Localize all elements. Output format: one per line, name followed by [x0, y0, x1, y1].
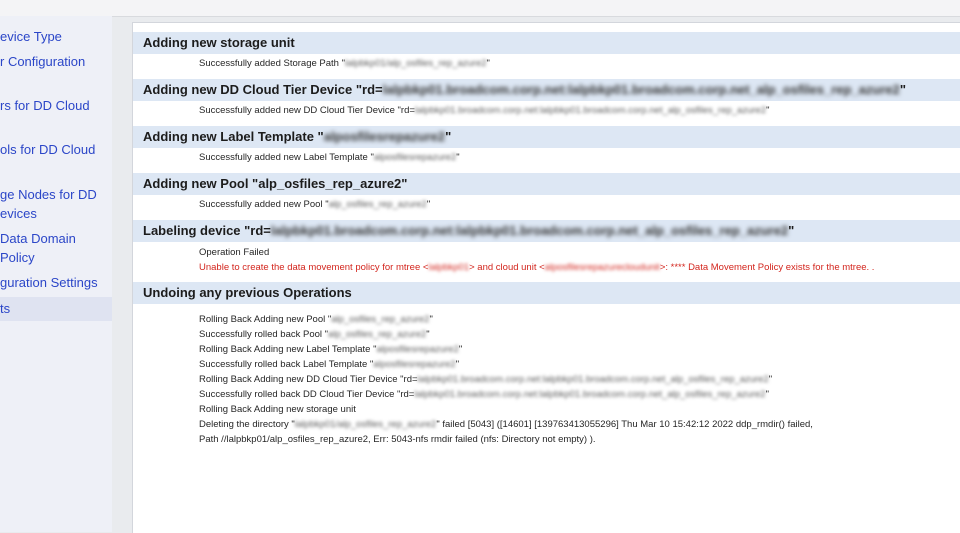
redacted-text: lalpbkp01/alp_osfiles_rep_azure2 [344, 58, 487, 69]
redacted-text: alposfilesrepazure2 [323, 129, 446, 144]
line-text: Successfully rolled back DD Cloud Tier D… [199, 389, 415, 400]
sidebar-item-label: ge Nodes for DD [0, 187, 97, 202]
section-heading-storage-unit: Adding new storage unit [133, 32, 960, 54]
redacted-text: alp_osfiles_rep_azure2 [328, 329, 427, 340]
sidebar: evice Type r Configuration rs for DD Clo… [0, 16, 112, 532]
heading-text: " [788, 223, 795, 238]
sidebar-item-label: guration Settings [0, 275, 98, 290]
top-bar [0, 0, 960, 17]
line-text: Unable to create the data movement polic… [199, 262, 429, 273]
sidebar-item-results[interactable]: ts [0, 297, 112, 321]
heading-text: " [899, 82, 907, 97]
sidebar-item-data-domain-policy[interactable]: Data Domain Policy [0, 229, 112, 267]
line-text: Rolling Back Adding new Label Template " [199, 344, 377, 355]
log-line: Rolling Back Adding new storage unit [133, 402, 960, 417]
sidebar-item-label: evice Type [0, 29, 62, 44]
sidebar-item-dd-cloud-tiers[interactable]: rs for DD Cloud [0, 96, 112, 115]
line-text: " [766, 105, 770, 116]
sidebar-item-label: r Configuration [0, 54, 86, 69]
redacted-text: alposfilesrepazure2 [373, 359, 456, 370]
heading-text: Adding new Label Template " [143, 129, 324, 144]
redacted-text: alp_osfiles_rep_azure2 [328, 199, 427, 210]
line-text: " [429, 314, 433, 325]
log-line: Rolling Back Adding new Pool "alp_osfile… [133, 312, 960, 327]
redacted-text: lalpbkp01.broadcom.corp.net:lalpbkp01.br… [270, 223, 789, 238]
log-line: Successfully rolled back Label Template … [133, 357, 960, 372]
redacted-text: lalpbkp01.broadcom.corp.net:lalpbkp01.br… [417, 374, 769, 385]
heading-text: Undoing any previous Operations [143, 285, 352, 300]
sidebar-item-label: Policy [0, 250, 35, 265]
line-text: Successfully added new Label Template " [199, 152, 374, 163]
heading-text: " [445, 129, 452, 144]
line-text: Rolling Back Adding new Pool " [199, 314, 332, 325]
sidebar-item-label: evices [0, 206, 37, 221]
section-heading-undo: Undoing any previous Operations [133, 282, 960, 304]
line-text: Deleting the directory " [199, 419, 295, 430]
line-text: Successfully rolled back Label Template … [199, 359, 374, 370]
heading-text: Adding new storage unit [143, 35, 295, 50]
heading-text: Adding new DD Cloud Tier Device "rd= [143, 82, 383, 97]
line-text: " [426, 199, 431, 210]
line-text: " [458, 344, 463, 355]
line-text: " [455, 359, 460, 370]
redacted-text: lalpbkp01.broadcom.corp.net:lalpbkp01.br… [414, 389, 766, 400]
line-text: " [426, 329, 430, 340]
line-text: Path //lalpbkp01/alp_osfiles_rep_azure2,… [199, 434, 596, 445]
line-text: Operation Failed [199, 247, 270, 258]
log-line: Successfully rolled back DD Cloud Tier D… [133, 387, 960, 402]
status-line: Successfully added new Label Template "a… [133, 150, 960, 165]
section-heading-labeling: Labeling device "rd=lalpbkp01.broadcom.c… [133, 220, 960, 242]
line-text: >: **** Data Movement Policy exists for … [659, 262, 875, 273]
line-text: > and cloud unit < [469, 262, 545, 273]
redacted-text: lalpbkp01.broadcom.corp.net:lalpbkp01.br… [382, 82, 900, 97]
section-heading-label-template: Adding new Label Template "alposfilesrep… [133, 126, 960, 148]
sidebar-item-label: Data Domain [0, 231, 76, 246]
redacted-text: lalpbkp01.broadcom.corp.net:lalpbkp01.br… [414, 105, 767, 116]
redacted-text: alposfilesrepazurecloudunit [544, 262, 660, 273]
operation-status: Operation Failed [133, 245, 960, 260]
line-text: " [768, 374, 773, 385]
log-line: Successfully rolled back Pool "alp_osfil… [133, 327, 960, 342]
sidebar-item-storage-nodes[interactable]: ge Nodes for DD evices [0, 185, 112, 223]
status-line: Successfully added new Pool "alp_osfiles… [133, 197, 960, 212]
log-line: Path //lalpbkp01/alp_osfiles_rep_azure2,… [133, 432, 960, 447]
section-heading-cloud-tier: Adding new DD Cloud Tier Device "rd=lalp… [133, 79, 960, 101]
redacted-text: lalpbkp01 [428, 262, 470, 273]
line-text: Rolling Back Adding new storage unit [199, 404, 356, 415]
sidebar-item-label: ols for DD Cloud [0, 142, 96, 157]
redacted-text: alposfilesrepazure2 [376, 344, 459, 355]
sidebar-item-label: ts [0, 301, 11, 316]
line-text: " [486, 58, 490, 69]
section-heading-pool: Adding new Pool "alp_osfiles_rep_azure2" [133, 173, 960, 195]
line-text: Successfully added Storage Path " [199, 58, 345, 69]
line-text: " [456, 152, 460, 163]
error-message: Unable to create the data movement polic… [133, 260, 960, 275]
line-text: " [765, 389, 769, 400]
sidebar-item-configuration[interactable]: r Configuration [0, 52, 112, 71]
sidebar-item-configuration-settings[interactable]: guration Settings [0, 273, 112, 292]
heading-text: Labeling device "rd= [143, 223, 271, 238]
line-text: Successfully rolled back Pool " [199, 329, 329, 340]
sidebar-item-dd-cloud-pools[interactable]: ols for DD Cloud [0, 140, 112, 159]
log-line: Rolling Back Adding new DD Cloud Tier De… [133, 372, 960, 387]
line-text: Successfully added new Pool " [199, 199, 329, 210]
results-panel: Adding new storage unit Successfully add… [132, 22, 960, 533]
sidebar-item-device-type[interactable]: evice Type [0, 27, 112, 46]
status-line: Successfully added new DD Cloud Tier Dev… [133, 103, 960, 118]
log-line: Deleting the directory "lalpbkp01/alp_os… [133, 417, 960, 432]
status-line: Successfully added Storage Path "lalpbkp… [133, 56, 960, 71]
redacted-text: lalpbkp01/alp_osfiles_rep_azure2 [294, 419, 437, 430]
log-line: Rolling Back Adding new Label Template "… [133, 342, 960, 357]
heading-text: Adding new Pool "alp_osfiles_rep_azure2" [143, 176, 408, 191]
redacted-text: alposfilesrepazure2 [373, 152, 457, 163]
line-text: Rolling Back Adding new DD Cloud Tier De… [199, 374, 418, 385]
redacted-text: alp_osfiles_rep_azure2 [331, 314, 430, 325]
sidebar-item-label: rs for DD Cloud [0, 98, 90, 113]
line-text: " failed [5043] ([14601] [13976341305529… [436, 419, 813, 430]
line-text: Successfully added new DD Cloud Tier Dev… [199, 105, 415, 116]
